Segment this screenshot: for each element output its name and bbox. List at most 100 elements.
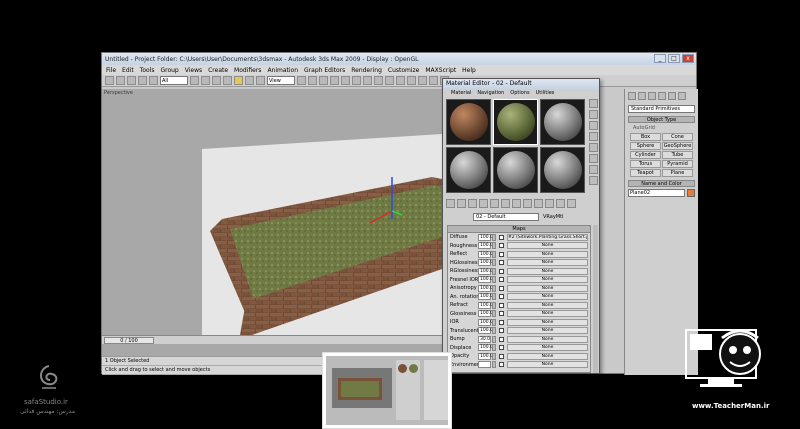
unlink-icon[interactable] xyxy=(138,76,147,85)
map-amount-field[interactable]: 100.0 xyxy=(478,250,493,258)
map-amount-spinner[interactable] xyxy=(492,276,496,284)
map-amount-field[interactable] xyxy=(478,361,491,369)
menu-help[interactable]: Help xyxy=(462,67,476,74)
map-enable-checkbox[interactable] xyxy=(499,302,504,308)
map-amount-field[interactable]: 100.0 xyxy=(478,259,493,267)
select-object-icon[interactable] xyxy=(190,76,199,85)
uv-tiling-icon[interactable] xyxy=(589,132,598,141)
me-menu-material[interactable]: Material xyxy=(451,89,471,97)
map-amount-spinner[interactable] xyxy=(492,301,496,309)
map-amount-field[interactable]: 100.0 xyxy=(478,301,493,309)
map-amount-spinner[interactable] xyxy=(492,250,496,258)
sample-slot-3[interactable] xyxy=(540,99,585,145)
material-name-field[interactable]: 02 - Default xyxy=(473,212,539,221)
map-enable-checkbox[interactable] xyxy=(499,353,504,359)
window-crossing-icon[interactable] xyxy=(223,76,232,85)
map-enable-checkbox[interactable] xyxy=(499,319,504,325)
mirror-icon[interactable] xyxy=(363,76,372,85)
map-amount-field[interactable]: 100.0 xyxy=(478,318,493,326)
minimize-button[interactable]: _ xyxy=(654,54,666,63)
map-amount-spinner[interactable] xyxy=(492,259,496,267)
create-tab-icon[interactable] xyxy=(628,92,636,100)
map-amount-spinner[interactable] xyxy=(492,318,496,326)
map-amount-spinner[interactable] xyxy=(492,233,496,241)
manipulate-icon[interactable] xyxy=(308,76,317,85)
show-map-in-viewport-icon[interactable] xyxy=(534,199,543,208)
sample-slot-6[interactable] xyxy=(540,147,585,193)
make-copy-icon[interactable] xyxy=(490,199,499,208)
put-to-library-icon[interactable] xyxy=(512,199,521,208)
menu-edit[interactable]: Edit xyxy=(122,67,134,74)
schematic-icon[interactable] xyxy=(407,76,416,85)
map-amount-field[interactable]: 30.0 xyxy=(478,335,491,343)
sample-slot-brick[interactable] xyxy=(446,99,491,145)
map-amount-field[interactable]: 100.0 xyxy=(478,267,493,275)
sample-slot-4[interactable] xyxy=(446,147,491,193)
plane-button[interactable]: Plane xyxy=(662,169,693,177)
map-amount-spinner[interactable] xyxy=(492,335,496,343)
menu-create[interactable]: Create xyxy=(208,67,228,74)
object-name-field[interactable]: Plane02 xyxy=(628,189,685,197)
box-button[interactable]: Box xyxy=(630,133,661,141)
undo-icon[interactable] xyxy=(105,76,114,85)
map-amount-spinner[interactable] xyxy=(492,352,496,360)
rotate-icon[interactable] xyxy=(245,76,254,85)
map-enable-checkbox[interactable] xyxy=(499,234,504,240)
selection-filter-dropdown[interactable]: All xyxy=(160,76,188,85)
pivot-icon[interactable] xyxy=(297,76,306,85)
map-amount-spinner[interactable] xyxy=(492,344,496,352)
map-slot-button[interactable]: None xyxy=(507,276,588,284)
map-enable-checkbox[interactable] xyxy=(499,294,504,300)
utilities-tab-icon[interactable] xyxy=(678,92,686,100)
map-amount-spinner[interactable] xyxy=(492,267,496,275)
map-slot-button[interactable]: None xyxy=(507,310,588,318)
map-enable-checkbox[interactable] xyxy=(499,268,504,274)
move-icon[interactable] xyxy=(234,76,243,85)
map-enable-checkbox[interactable] xyxy=(499,328,504,334)
close-button[interactable]: x xyxy=(682,54,694,63)
go-to-parent-icon[interactable] xyxy=(556,199,565,208)
map-amount-spinner[interactable] xyxy=(492,310,496,318)
scale-icon[interactable] xyxy=(256,76,265,85)
menu-graph-editors[interactable]: Graph Editors xyxy=(304,67,345,74)
map-amount-field[interactable]: 100.0 xyxy=(478,233,493,241)
show-end-result-icon[interactable] xyxy=(545,199,554,208)
autogrid-checkbox[interactable]: AutoGrid xyxy=(633,125,690,131)
map-slot-button[interactable]: None xyxy=(507,250,588,258)
maximize-button[interactable]: □ xyxy=(668,54,680,63)
me-menu-navigation[interactable]: Navigation xyxy=(477,89,504,97)
map-slot-button[interactable]: #2 (Sitework.Planting.Grass.Short.jpg) xyxy=(507,233,588,241)
perspective-viewport[interactable]: Perspective xyxy=(102,89,442,375)
map-amount-field[interactable]: 100.0 xyxy=(478,242,493,250)
map-slot-button[interactable]: None xyxy=(507,267,588,275)
map-amount-field[interactable]: 100.0 xyxy=(478,276,493,284)
layer-icon[interactable] xyxy=(385,76,394,85)
select-by-name-icon[interactable] xyxy=(201,76,210,85)
map-enable-checkbox[interactable] xyxy=(499,243,504,249)
map-amount-spinner[interactable] xyxy=(492,242,496,250)
sample-slot-grass[interactable] xyxy=(493,99,538,145)
motion-tab-icon[interactable] xyxy=(658,92,666,100)
hierarchy-tab-icon[interactable] xyxy=(648,92,656,100)
percent-snap-icon[interactable] xyxy=(341,76,350,85)
material-editor-scrollbar[interactable] xyxy=(593,225,598,373)
material-editor-icon[interactable] xyxy=(418,76,427,85)
bind-space-warp-icon[interactable] xyxy=(149,76,158,85)
menu-maxscript[interactable]: MAXScript xyxy=(425,67,456,74)
spinner-snap-icon[interactable] xyxy=(352,76,361,85)
map-slot-button[interactable]: None xyxy=(507,284,588,292)
map-enable-checkbox[interactable] xyxy=(499,362,504,368)
torus-button[interactable]: Torus xyxy=(630,160,661,168)
menu-tools[interactable]: Tools xyxy=(140,67,155,74)
me-menu-utilities[interactable]: Utilities xyxy=(536,89,555,97)
map-enable-checkbox[interactable] xyxy=(499,260,504,266)
map-enable-checkbox[interactable] xyxy=(499,345,504,351)
tube-button[interactable]: Tube xyxy=(662,151,693,159)
map-slot-button[interactable]: None xyxy=(507,344,588,352)
maps-rollout-header[interactable]: Maps xyxy=(448,226,590,233)
video-thumbnail[interactable] xyxy=(322,352,452,429)
video-color-check-icon[interactable] xyxy=(589,143,598,152)
angle-snap-icon[interactable] xyxy=(330,76,339,85)
map-amount-spinner[interactable] xyxy=(492,284,496,292)
map-enable-checkbox[interactable] xyxy=(499,311,504,317)
